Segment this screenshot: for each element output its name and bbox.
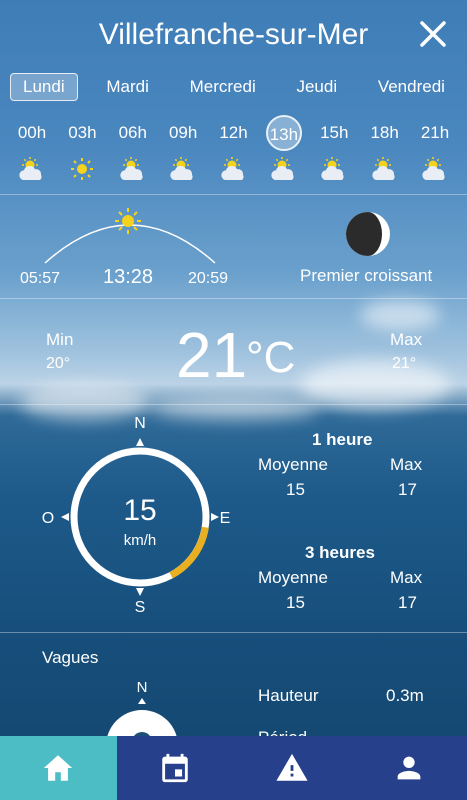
moon-phase: Premier croissant bbox=[300, 266, 433, 285]
waves-label: Vagues bbox=[42, 648, 99, 667]
hour-slot[interactable]: 06h bbox=[113, 115, 153, 182]
tab-mardi[interactable]: Mardi bbox=[94, 74, 161, 100]
compass-east: E bbox=[220, 510, 231, 527]
close-button[interactable] bbox=[417, 18, 449, 50]
hour-slot[interactable]: 09h bbox=[163, 115, 203, 182]
hour-label: 18h bbox=[370, 123, 399, 142]
nav-alerts[interactable] bbox=[234, 736, 351, 800]
divider bbox=[0, 632, 467, 633]
nav-home[interactable] bbox=[0, 736, 117, 800]
cloud-sun-icon bbox=[170, 157, 193, 180]
calendar-icon bbox=[162, 753, 188, 783]
tab-vendredi[interactable]: Vendredi bbox=[366, 74, 457, 100]
page-title: Villefranche-sur-Mer bbox=[98, 18, 369, 51]
wind-3h-avg-label: Moyenne bbox=[258, 568, 328, 587]
cloud-sun-icon bbox=[120, 157, 143, 180]
cloud-backdrop bbox=[360, 300, 440, 330]
wind-1h-avg: 15 bbox=[286, 480, 305, 499]
divider bbox=[0, 194, 467, 195]
hour-slot[interactable]: 03h bbox=[62, 115, 102, 182]
sunrise-time: 05:57 bbox=[20, 270, 61, 287]
wind-3h-max: 17 bbox=[398, 593, 417, 612]
hourly-forecast: 00h 03h 06h 09h 12h 13h 15h 18h 21h bbox=[12, 115, 455, 182]
wind-3h-avg: 15 bbox=[286, 593, 305, 612]
temp-max-label: Max bbox=[390, 330, 423, 349]
hour-slot[interactable]: 21h bbox=[415, 115, 455, 182]
cloud-sun-icon bbox=[271, 157, 294, 180]
wind-1h-max: 17 bbox=[398, 480, 417, 499]
close-icon bbox=[420, 21, 446, 47]
hour-label: 15h bbox=[320, 123, 349, 142]
sunset-time: 20:59 bbox=[188, 270, 229, 287]
divider bbox=[0, 404, 467, 405]
hour-label: 13h bbox=[265, 115, 302, 151]
warning-icon bbox=[276, 753, 308, 781]
hour-slot[interactable]: 13h bbox=[264, 115, 304, 182]
tab-mercredi[interactable]: Mercredi bbox=[178, 74, 268, 100]
temp-min-label: Min bbox=[46, 330, 74, 349]
divider bbox=[0, 298, 467, 299]
hour-label: 21h bbox=[420, 123, 450, 142]
hour-label: 00h bbox=[17, 123, 47, 142]
hour-slot[interactable]: 00h bbox=[12, 115, 52, 182]
bottom-nav bbox=[0, 736, 467, 800]
hour-slot[interactable]: 15h bbox=[314, 115, 354, 182]
temp-min-value: 20° bbox=[46, 355, 71, 372]
day-tabs: Lundi Mardi Mercredi Jeudi Vendredi bbox=[10, 73, 457, 101]
temp-max-value: 21° bbox=[392, 355, 417, 372]
hour-label: 06h bbox=[118, 123, 147, 142]
wind-speed-unit: km/h bbox=[123, 532, 157, 549]
wind-3h-title: 3 heures bbox=[305, 543, 375, 562]
tab-jeudi[interactable]: Jeudi bbox=[284, 74, 349, 100]
hour-label: 09h bbox=[168, 123, 198, 142]
wind-1h-max-label: Max bbox=[390, 455, 423, 474]
current-time: 13:28 bbox=[103, 266, 154, 288]
sun-icon bbox=[115, 208, 141, 234]
hour-label: 03h bbox=[68, 123, 97, 142]
tab-lundi[interactable]: Lundi bbox=[10, 73, 78, 101]
cloud-sun-icon bbox=[220, 157, 244, 180]
nav-calendar[interactable] bbox=[117, 736, 234, 800]
wave-height-label: Hauteur bbox=[258, 686, 319, 705]
wave-compass: N bbox=[106, 679, 178, 740]
hour-label: 12h bbox=[219, 123, 248, 142]
moon-icon bbox=[346, 212, 390, 256]
compass-north: N bbox=[134, 415, 146, 432]
compass-west: O bbox=[42, 510, 54, 527]
wind-1h-title: 1 heure bbox=[312, 430, 373, 449]
cloud-sun-icon bbox=[321, 157, 344, 180]
sun-icon bbox=[71, 158, 94, 180]
cloud-backdrop bbox=[300, 360, 450, 410]
temperature-unit: °C bbox=[246, 333, 296, 382]
user-icon bbox=[397, 756, 420, 780]
cloud-sun-icon bbox=[19, 157, 42, 180]
wave-compass-north: N bbox=[137, 679, 148, 696]
hour-slot[interactable]: 18h bbox=[365, 115, 405, 182]
wind-3h-max-label: Max bbox=[390, 568, 423, 587]
wind-1h-avg-label: Moyenne bbox=[258, 455, 328, 474]
cloud-sun-icon bbox=[422, 157, 445, 180]
cloud-sun-icon bbox=[371, 157, 395, 180]
home-icon bbox=[44, 755, 73, 781]
compass-south: S bbox=[135, 599, 146, 616]
wave-height-value: 0.3m bbox=[386, 686, 424, 705]
nav-profile[interactable] bbox=[350, 736, 467, 800]
current-temperature: 21 bbox=[176, 319, 248, 391]
hour-slot[interactable]: 12h bbox=[214, 115, 254, 182]
wind-speed: 15 bbox=[123, 494, 157, 527]
